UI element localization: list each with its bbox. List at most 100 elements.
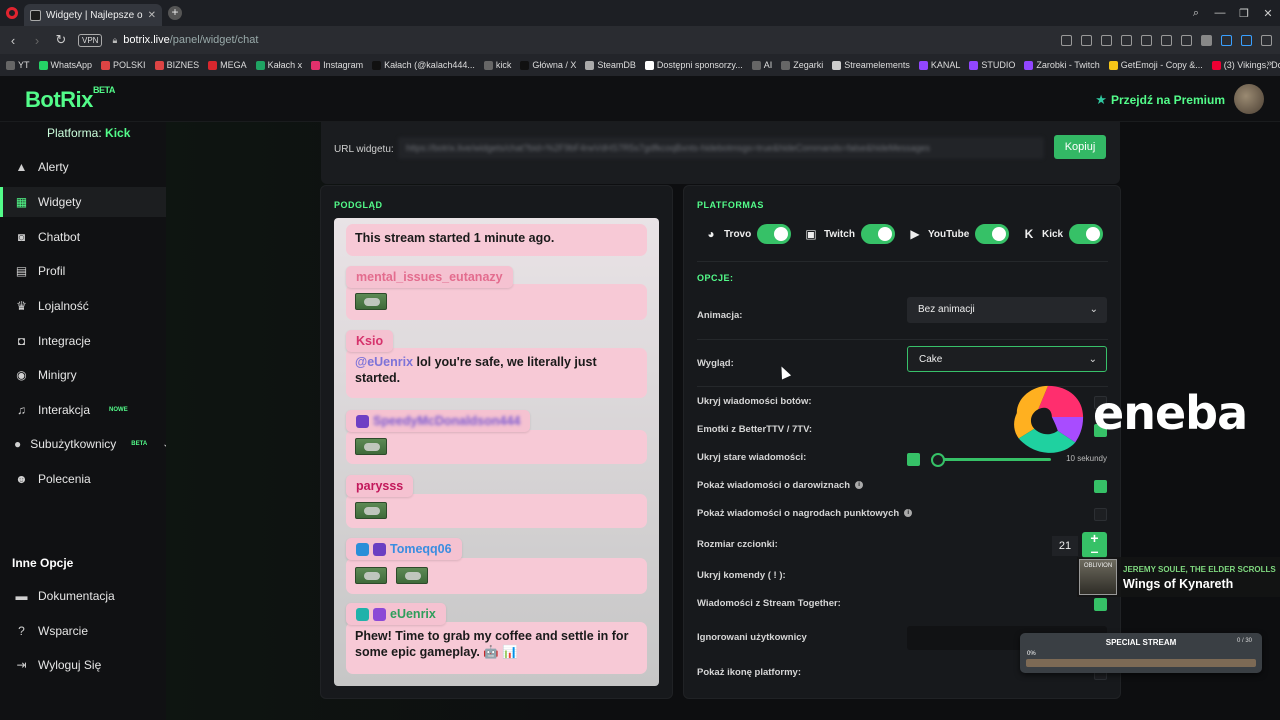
bookmark-item[interactable]: GetEmoji - Copy &... [1108,60,1203,70]
sidebar-item-lojalnosc[interactable]: ♛ Lojalność [0,291,166,321]
profile-icon[interactable] [1201,34,1212,46]
bookmark-item[interactable]: kick [483,60,511,70]
gamepad-icon: ◉ [16,368,27,382]
sidebar: Platforma: Kick ▲ Alerty ▦ Widgety ◙ Chatbot ▤… [0,122,171,720]
look-select[interactable]: Cake ⌄ [907,346,1107,372]
sidebar-item-chatbot[interactable]: ◙ Chatbot [0,222,166,252]
bookmark-item[interactable]: Zegarki [781,60,823,70]
back-icon[interactable]: ‹ [6,33,20,48]
bookmark-item[interactable]: Streamelements [832,60,910,70]
docs-icon: ▬ [15,589,28,603]
opera-logo-icon[interactable] [0,0,24,26]
bookmark-item[interactable]: STUDIO [969,60,1015,70]
bookmark-item[interactable]: Instagram [311,60,363,70]
reload-icon[interactable]: ↻ [54,32,68,48]
font-size-value[interactable]: 21 [1052,536,1078,556]
sidebar-item-widgety[interactable]: ▦ Widgety [0,187,166,217]
shield-icon[interactable] [1101,34,1112,46]
album-cover: OBLIVION [1079,559,1117,595]
bookmark-item[interactable]: Główna / X [520,60,576,70]
info-icon[interactable]: i [904,509,913,518]
sidebar-item-polecenia[interactable]: ☻ Polecenia [0,464,166,494]
close-tab-icon[interactable]: ✕ [148,10,156,21]
sidebar-item-integracje[interactable]: ◘ Integracje [0,326,166,356]
minimize-icon[interactable]: — [1208,7,1232,19]
play-icon[interactable] [1121,34,1132,46]
logo[interactable]: BotRix BETA [25,85,115,113]
bookmark-item[interactable]: YT [6,60,30,70]
vpn-badge[interactable]: VPN [78,33,103,47]
sidebar-item-wsparcie[interactable]: ? Wsparcie [0,616,166,646]
badge-icon [373,607,386,621]
kick-icon: K [1024,227,1034,241]
avatar[interactable] [1234,84,1264,114]
sidebar-item-subuzytkownicy[interactable]: ●SubużytkownicyBETA⌄ [0,429,171,459]
puzzle-icon[interactable] [1181,34,1192,46]
bookmark-item[interactable]: Kałach x [255,60,302,70]
platform-toggle[interactable] [975,224,1010,244]
points-checkbox[interactable] [1094,508,1107,521]
edit-icon[interactable] [1061,34,1072,46]
bookmark-item[interactable]: Dostępni sponsorzy... [644,60,743,70]
extension-icon[interactable] [1221,34,1232,46]
font-size-label: Rozmiar czcionki: [697,539,778,550]
chat-message [346,558,647,594]
eneba-overlay: eneba [1005,378,1265,458]
settings-icon[interactable] [1261,34,1272,46]
sidebar-item-dokumentacja[interactable]: ▬ Dokumentacja [0,581,166,611]
emote [355,293,387,310]
close-icon[interactable]: ✕ [1256,7,1280,20]
goal-percent: 0% [1027,651,1036,657]
bookmark-icon [585,60,595,70]
sidebar-item-profil[interactable]: ▤ Profil [0,256,166,286]
download-icon[interactable] [1161,34,1172,46]
star-icon: ★ [1095,92,1107,107]
platform-toggle[interactable] [1069,224,1104,244]
stream-together-label: Wiadomości z Stream Together: [697,598,841,609]
bookmark-item[interactable]: Kałach (@kalach444... [372,60,475,70]
copy-button[interactable]: Kopiuj [1054,135,1106,159]
hide-old-checkbox[interactable] [907,453,920,466]
camera-icon[interactable] [1081,34,1092,46]
premium-link[interactable]: ★ Przejdź na Premium [1095,92,1225,108]
bookmark-item[interactable]: Zarobki - Twitch [1024,60,1100,70]
eneba-wordmark: eneba [1093,386,1248,440]
info-icon[interactable]: i [855,481,864,490]
bookmark-icon [918,60,928,70]
bookmarks-more-icon[interactable]: » [1266,58,1272,69]
bookmark-item[interactable]: KANAL [918,60,960,70]
font-size-stepper[interactable]: + – [1082,531,1107,558]
url-field[interactable]: 🔒︎ botrix.live/panel/widget/chat [112,34,258,46]
heart-icon[interactable] [1141,34,1152,46]
translate-icon[interactable] [1241,34,1252,46]
badge-icon [356,607,369,621]
animation-select[interactable]: Bez animacji ⌄ [907,297,1107,323]
bookmark-item[interactable]: BIZNES [154,60,199,70]
bookmark-item[interactable]: MEGA [208,60,247,70]
bookmark-item[interactable]: POLSKI [101,60,146,70]
preview-panel: PODGLĄD This stream started 1 minute ago… [320,185,673,699]
bookmark-item[interactable]: SteamDB [585,60,636,70]
search-icon[interactable]: ⌕ [1184,7,1208,20]
stream-together-checkbox[interactable] [1094,598,1107,611]
platform-toggle[interactable] [860,224,895,244]
badge-icon [373,542,386,556]
sidebar-item-minigry[interactable]: ◉ Minigry [0,360,166,390]
sidebar-item-label: Polecenia [38,472,91,486]
forward-icon[interactable]: › [30,33,44,48]
bookmark-item[interactable]: AI [751,60,772,70]
browser-tab[interactable]: Widgety | Najlepsze oprogr ✕ [24,4,162,26]
sidebar-item-wylogujsie[interactable]: ⇥ Wyloguj Się [0,650,166,680]
bookmark-item[interactable]: WhatsApp [38,60,92,70]
bookmark-icon [969,60,979,70]
platform-toggle[interactable] [757,224,792,244]
points-label: Pokaż wiadomości o nagrodach punktowych i [697,508,913,519]
sidebar-item-alerty[interactable]: ▲ Alerty [0,152,166,182]
new-tab-button[interactable]: + [168,6,182,20]
donations-checkbox[interactable] [1094,480,1107,493]
slider-handle[interactable] [931,453,945,467]
widget-url-field[interactable]: https://botrix.live/widgets/chat?bid=%2F… [398,137,1044,159]
sidebar-item-interakcja[interactable]: ♫ Interakcja NOWE [0,395,166,425]
maximize-icon[interactable]: ❐ [1232,7,1256,20]
bookmark-icon [1024,60,1034,70]
